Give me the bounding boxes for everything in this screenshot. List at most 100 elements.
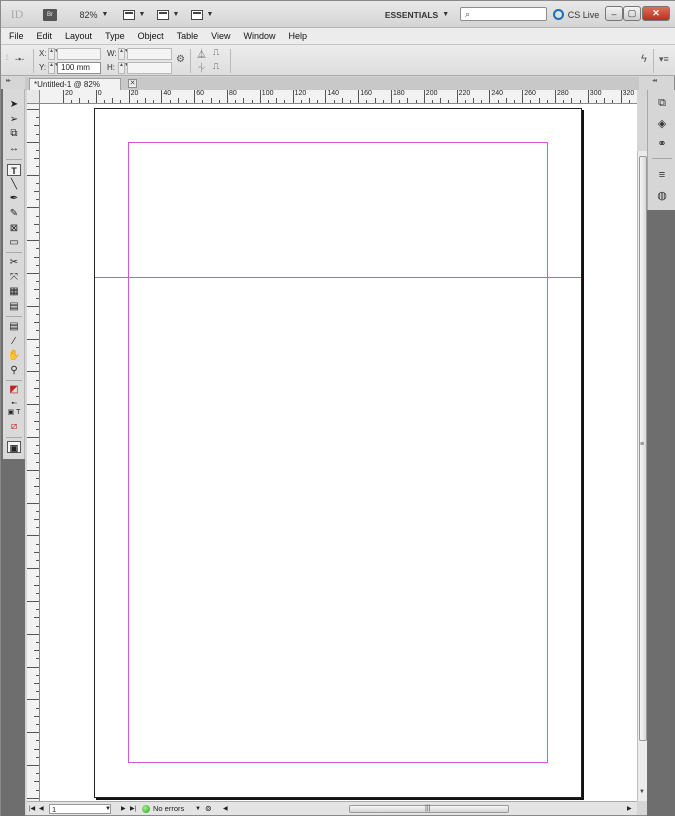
- menu-object[interactable]: Object: [138, 31, 164, 41]
- hand-tool-icon[interactable]: ✋: [7, 350, 21, 362]
- vertical-scrollbar[interactable]: ≡ ▼: [637, 151, 647, 801]
- line-tool-icon[interactable]: ╲: [7, 179, 21, 191]
- pencil-tool-icon[interactable]: ✎: [7, 208, 21, 220]
- scroll-left-arrow-icon[interactable]: ◀: [223, 804, 228, 814]
- gradient-swatch-tool-icon[interactable]: ▦: [7, 286, 21, 298]
- ruler-major-tick: [27, 502, 39, 504]
- menu-view[interactable]: View: [211, 31, 230, 41]
- page-tool-icon[interactable]: ⧉: [7, 128, 21, 140]
- x-field[interactable]: [57, 48, 101, 60]
- maximize-button[interactable]: ▢: [623, 6, 641, 21]
- search-field[interactable]: ⌕: [460, 7, 547, 21]
- document-page[interactable]: [94, 108, 582, 798]
- menu-help[interactable]: Help: [288, 31, 307, 41]
- quick-apply-icon[interactable]: ϟ: [641, 53, 647, 65]
- eyedropper-tool-icon[interactable]: ⁄: [7, 336, 21, 348]
- w-stepper[interactable]: ▲▼: [118, 48, 129, 60]
- ruler-guide[interactable]: [95, 277, 581, 278]
- panel-menu-icon[interactable]: ▾≡: [659, 54, 669, 65]
- close-button[interactable]: ✕: [642, 6, 670, 21]
- zoom-level-select[interactable]: 82% ▼: [77, 6, 111, 23]
- bridge-button[interactable]: Br: [43, 9, 57, 21]
- formatting-affects-container-icon[interactable]: ▣ T: [7, 407, 21, 419]
- w-field[interactable]: [127, 48, 172, 60]
- screen-mode-button[interactable]: ▼: [155, 6, 181, 23]
- arrange-documents-button[interactable]: ▼: [189, 6, 215, 23]
- align-left-icon[interactable]: ⏅: [197, 47, 206, 60]
- minimize-button[interactable]: –: [605, 6, 623, 21]
- note-tool-icon[interactable]: ▤: [7, 321, 21, 333]
- free-transform-tool-icon[interactable]: ⤧: [7, 272, 21, 284]
- ruler-major-tick: [95, 90, 97, 103]
- swatches-panel-icon[interactable]: ◍: [654, 189, 670, 203]
- menu-type[interactable]: Type: [105, 31, 125, 41]
- last-page-icon[interactable]: ▶|: [130, 804, 136, 814]
- align-top-icon[interactable]: ⏆: [197, 61, 206, 74]
- scroll-down-arrow-icon[interactable]: ▼: [639, 789, 645, 795]
- h-field[interactable]: [127, 62, 172, 74]
- preflight-menu-chevron-icon[interactable]: ▼: [195, 804, 201, 814]
- ruler-major-tick: [27, 207, 39, 209]
- rectangle-tool-icon[interactable]: ▭: [7, 237, 21, 249]
- page-list-chevron-icon[interactable]: ▼: [105, 804, 111, 814]
- tools-panel: ➤ ➢ ⧉ ↔ T ╲ ✒ ✎ ⊠ ▭ ✂ ⤧ ▦ ▤ ▤ ⁄ ✋ ⚲ ◩ ▪▫…: [3, 89, 25, 459]
- rectangle-frame-tool-icon[interactable]: ⊠: [7, 223, 21, 235]
- layers-panel-icon[interactable]: ◈: [654, 117, 670, 131]
- reference-point-icon[interactable]: -▪-: [15, 54, 24, 64]
- first-page-icon[interactable]: |◀: [29, 804, 35, 814]
- chevron-down-icon: ▼: [442, 11, 450, 18]
- menu-window[interactable]: Window: [243, 31, 275, 41]
- pasteboard[interactable]: [40, 104, 637, 801]
- type-tool-icon[interactable]: T: [7, 164, 21, 176]
- close-icon: ✕: [652, 8, 660, 18]
- ruler-major-tick: [27, 273, 39, 274]
- zoom-tool-icon[interactable]: ⚲: [7, 365, 21, 377]
- next-page-icon[interactable]: ▶: [121, 804, 126, 814]
- collapse-panels-icon[interactable]: ◂◂: [652, 77, 657, 84]
- page-number-field[interactable]: 1: [49, 804, 111, 814]
- indesign-window: ID Br 82% ▼ ▼ ▼ ▼ ESSENTIALS ▼ ⌕ CS Live –…: [0, 0, 675, 816]
- menu-edit[interactable]: Edit: [37, 31, 53, 41]
- search-icon: ⌕: [465, 8, 471, 19]
- cs-live-label: CS Live: [567, 9, 600, 20]
- direct-selection-tool-icon[interactable]: ➢: [7, 114, 21, 126]
- stroke-panel-icon[interactable]: ≡: [654, 168, 670, 182]
- pen-tool-icon[interactable]: ✒: [7, 193, 21, 205]
- workspace-switcher[interactable]: ESSENTIALS ▼: [385, 6, 449, 23]
- collapse-tools-icon[interactable]: ▸▸: [6, 77, 11, 84]
- tab-close-icon[interactable]: ✕: [128, 79, 137, 88]
- ruler-label: 240: [491, 90, 504, 97]
- scroll-right-arrow-icon[interactable]: ▶: [627, 804, 632, 814]
- x-stepper[interactable]: ▲▼: [48, 48, 59, 60]
- constrain-proportions-icon[interactable]: ⚙: [176, 54, 185, 65]
- selection-tool-icon[interactable]: ➤: [7, 99, 21, 111]
- scissors-tool-icon[interactable]: ✂: [7, 257, 21, 269]
- view-options-icon: [122, 9, 135, 20]
- ruler-origin[interactable]: [27, 90, 40, 104]
- vertical-scroll-thumb[interactable]: [639, 156, 647, 741]
- y-field[interactable]: 100 mm: [57, 62, 101, 74]
- menu-file[interactable]: File: [9, 31, 24, 41]
- screen-mode-normal-icon[interactable]: ▣: [7, 441, 21, 453]
- ruler-label: 200: [425, 90, 438, 97]
- h-stepper[interactable]: ▲▼: [118, 62, 129, 74]
- distribute-horizontal-icon[interactable]: ⎍: [213, 47, 219, 58]
- open-document-icon[interactable]: ⊚: [205, 804, 212, 814]
- ruler-label: 20: [130, 90, 139, 97]
- pages-panel-icon[interactable]: ⧉: [654, 96, 670, 110]
- previous-page-icon[interactable]: ◀: [39, 804, 44, 814]
- cs-live-button[interactable]: CS Live: [551, 6, 601, 23]
- links-panel-icon[interactable]: ⚭: [654, 137, 670, 151]
- preflight-status[interactable]: No errors: [142, 804, 184, 814]
- view-options-button[interactable]: ▼: [121, 6, 147, 23]
- y-stepper[interactable]: ▲▼: [48, 62, 59, 74]
- menu-layout[interactable]: Layout: [65, 31, 92, 41]
- ruler-major-tick: [227, 90, 228, 103]
- gradient-feather-tool-icon[interactable]: ▤: [7, 301, 21, 313]
- menu-table[interactable]: Table: [177, 31, 199, 41]
- gap-tool-icon[interactable]: ↔: [7, 143, 21, 155]
- document-tab[interactable]: *Untitled-1 @ 82%: [29, 78, 121, 90]
- apply-none-icon[interactable]: ⧄: [7, 421, 21, 433]
- distribute-vertical-icon[interactable]: ⎍: [213, 61, 219, 72]
- fill-stroke-swatch-icon[interactable]: ◩: [7, 384, 21, 396]
